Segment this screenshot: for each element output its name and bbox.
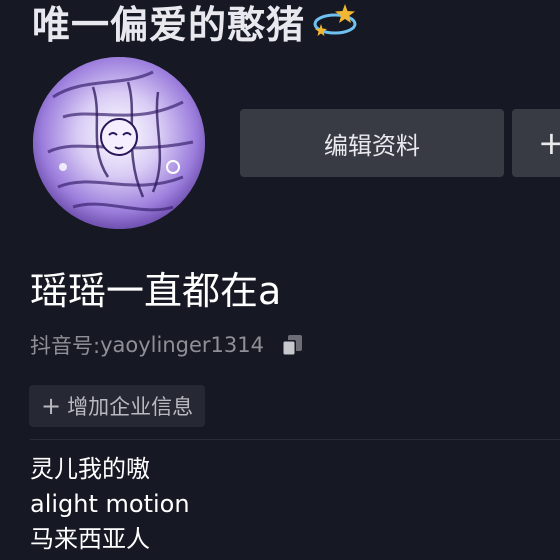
douyin-id-label: 抖音号: bbox=[30, 334, 101, 358]
avatar-image bbox=[33, 57, 205, 229]
douyin-id-row: 抖音号: yaoylinger1314 bbox=[30, 330, 304, 360]
douyin-id-value: yaoylinger1314 bbox=[100, 333, 264, 357]
plus-icon: + bbox=[538, 124, 560, 162]
bio-line: 马来西亚人 bbox=[30, 525, 150, 553]
copy-icon[interactable] bbox=[280, 333, 304, 357]
header-name-text: 唯一偏爱的憨猪 bbox=[32, 3, 306, 47]
edit-profile-button[interactable]: 编辑资料 bbox=[240, 109, 504, 177]
add-business-info-label: 增加企业信息 bbox=[67, 395, 194, 419]
edit-profile-label: 编辑资料 bbox=[324, 131, 420, 160]
plus-icon: + bbox=[41, 392, 62, 420]
avatar[interactable] bbox=[33, 57, 205, 229]
profile-page: 唯一偏爱的憨猪 编辑资料 + 瑶瑶一直都在a 抖音号: yaoylinger13… bbox=[0, 0, 560, 560]
bio-line: 灵儿我的嗷 bbox=[30, 455, 150, 483]
divider bbox=[30, 439, 560, 440]
profile-bio: 灵儿我的嗷 alight motion 马来西亚人 bbox=[30, 452, 190, 557]
bio-line: alight motion bbox=[30, 490, 190, 518]
profile-header-name: 唯一偏爱的憨猪 bbox=[32, 0, 361, 49]
add-friend-button[interactable]: + bbox=[512, 109, 560, 177]
profile-nickname: 瑶瑶一直都在a bbox=[30, 269, 282, 313]
sparkle-icon bbox=[309, 2, 361, 42]
add-business-info-button[interactable]: + 增加企业信息 bbox=[29, 385, 206, 427]
